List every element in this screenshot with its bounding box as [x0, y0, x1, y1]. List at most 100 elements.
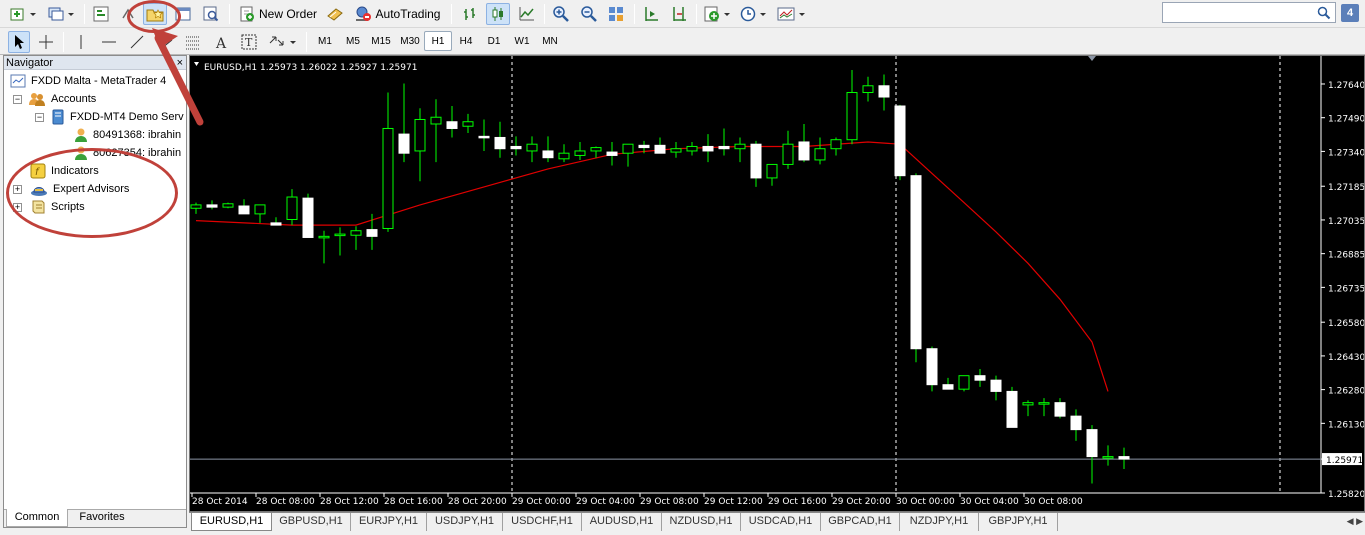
- indicators-label: Indicators: [51, 165, 99, 177]
- candle-body: [702, 145, 714, 152]
- line-chart-button[interactable]: [516, 3, 538, 25]
- periods-button[interactable]: [738, 3, 770, 25]
- candle-body: [1006, 390, 1018, 428]
- search-input[interactable]: [1162, 2, 1336, 23]
- help-badge-button[interactable]: 4: [1341, 4, 1359, 22]
- symbol-tab[interactable]: USDCAD,H1: [741, 513, 821, 531]
- symbol-tab[interactable]: USDJPY,H1: [427, 513, 503, 531]
- tree-account-2[interactable]: 80627354: ibrahin: [74, 144, 181, 162]
- symbol-tab[interactable]: GBPCAD,H1: [821, 513, 900, 531]
- arrows-button[interactable]: [266, 31, 300, 53]
- new-order-button[interactable]: New Order: [236, 3, 320, 25]
- candle-body: [414, 118, 426, 152]
- bar-chart-button[interactable]: [459, 3, 481, 25]
- candle-body: [318, 235, 330, 239]
- candle-body: [958, 375, 970, 390]
- tree-accounts[interactable]: Accounts: [28, 90, 96, 108]
- trendline-button[interactable]: [126, 31, 148, 53]
- terminal-button[interactable]: [172, 3, 194, 25]
- account-2-label: 80627354: ibrahin: [93, 147, 182, 159]
- timeframe-h1-button[interactable]: H1: [424, 31, 452, 51]
- tree-scripts[interactable]: Scripts: [30, 198, 85, 216]
- svg-text:T: T: [245, 36, 253, 49]
- annotation-arrow: [152, 28, 204, 126]
- market-watch-icon: [93, 6, 109, 22]
- time-tick-label: 30 Oct 08:00: [1024, 497, 1083, 507]
- user-icon: [75, 146, 87, 160]
- candle-body: [1022, 402, 1034, 406]
- symbol-tab[interactable]: USDCHF,H1: [503, 513, 582, 531]
- candlestick-button[interactable]: [486, 3, 510, 25]
- timeframe-m30-button[interactable]: M30: [396, 31, 424, 51]
- auto-scroll-button[interactable]: [640, 3, 662, 25]
- symbol-tab[interactable]: NZDUSD,H1: [662, 513, 741, 531]
- timeframe-m5-button[interactable]: M5: [339, 31, 367, 51]
- symbol-tab[interactable]: NZDJPY,H1: [900, 513, 979, 531]
- server-collapse-toggle[interactable]: −: [35, 113, 44, 122]
- chart-shift-button[interactable]: [668, 3, 690, 25]
- symbol-tab[interactable]: GBPUSD,H1: [272, 513, 351, 531]
- text-tool-button[interactable]: A: [210, 31, 232, 53]
- time-tick-label: 29 Oct 04:00: [576, 497, 635, 507]
- market-watch-button[interactable]: [90, 3, 112, 25]
- tile-windows-button[interactable]: [605, 3, 627, 25]
- time-tick-label: 28 Oct 16:00: [384, 497, 443, 507]
- text-label-button[interactable]: T: [238, 31, 260, 53]
- timeframe-m15-button[interactable]: M15: [367, 31, 395, 51]
- tabs-scroll-icon[interactable]: ◀ ▶: [1347, 516, 1363, 527]
- experts-expand-toggle[interactable]: +: [13, 185, 22, 194]
- time-tick-label: 29 Oct 16:00: [768, 497, 827, 507]
- tree-expert-advisors[interactable]: Expert Advisors: [30, 180, 129, 198]
- candle-body: [1086, 429, 1098, 458]
- symbol-tab[interactable]: EURJPY,H1: [351, 513, 427, 531]
- vertical-line-icon: [80, 35, 82, 49]
- tree-indicators[interactable]: f Indicators: [30, 162, 99, 180]
- scripts-expand-toggle[interactable]: +: [13, 203, 22, 212]
- chart-window[interactable]: 1.27640 1.27490 1.27340 1.27185 1.27035 1.268…: [189, 55, 1365, 512]
- data-window-button[interactable]: [118, 3, 140, 25]
- vertical-line-button[interactable]: [70, 31, 92, 53]
- navigator-button[interactable]: [143, 3, 167, 25]
- new-chart-icon: [10, 8, 36, 21]
- strategy-tester-button[interactable]: [200, 3, 222, 25]
- indicators-list-button[interactable]: [702, 3, 734, 25]
- tree-root[interactable]: FXDD Malta - MetaTrader 4: [10, 72, 166, 90]
- templates-button[interactable]: [775, 3, 809, 25]
- price-chart[interactable]: 1.27640 1.27490 1.27340 1.27185 1.27035 1.268…: [190, 56, 1364, 511]
- timeframe-d1-button[interactable]: D1: [480, 31, 508, 51]
- price-tick-label: 1.26885: [1328, 251, 1364, 261]
- timeframe-mn-button[interactable]: MN: [536, 31, 564, 51]
- timeframe-h4-button[interactable]: H4: [452, 31, 480, 51]
- symbol-tab[interactable]: GBPJPY,H1: [979, 513, 1058, 531]
- time-tick-label: 28 Oct 20:00: [448, 497, 507, 507]
- zoom-in-icon: [553, 6, 569, 22]
- cursor-button[interactable]: [8, 31, 30, 53]
- symbol-tab[interactable]: AUDUSD,H1: [582, 513, 662, 531]
- candle-body: [766, 163, 778, 179]
- new-chart-button[interactable]: [8, 3, 40, 25]
- arrows-icon: [269, 36, 296, 46]
- server-icon: [52, 109, 64, 125]
- tab-common[interactable]: Common: [6, 509, 68, 527]
- candle-body: [542, 150, 554, 159]
- profiles-button[interactable]: [46, 3, 78, 25]
- line-chart-icon: [519, 7, 534, 21]
- horizontal-line-button[interactable]: [98, 31, 120, 53]
- navigator-tabs: Common Favorites: [4, 509, 186, 527]
- zoom-out-button[interactable]: [578, 3, 600, 25]
- crosshair-button[interactable]: [35, 31, 57, 53]
- cursor-arrow-icon: [15, 35, 24, 49]
- candle-body: [1102, 456, 1114, 459]
- candle-body: [446, 121, 458, 129]
- data-window-icon: [122, 8, 134, 19]
- timeframe-w1-button[interactable]: W1: [508, 31, 536, 51]
- candle-body: [382, 127, 394, 229]
- autotrading-button[interactable]: AutoTrading: [350, 3, 444, 25]
- accounts-collapse-toggle[interactable]: −: [13, 95, 22, 104]
- timeframe-m1-button[interactable]: M1: [311, 31, 339, 51]
- time-tick-label: 30 Oct 00:00: [896, 497, 955, 507]
- symbol-tab[interactable]: EURUSD,H1: [191, 513, 272, 531]
- zoom-in-button[interactable]: [550, 3, 572, 25]
- tab-favorites[interactable]: Favorites: [70, 509, 134, 527]
- metaeditor-button[interactable]: [324, 3, 346, 25]
